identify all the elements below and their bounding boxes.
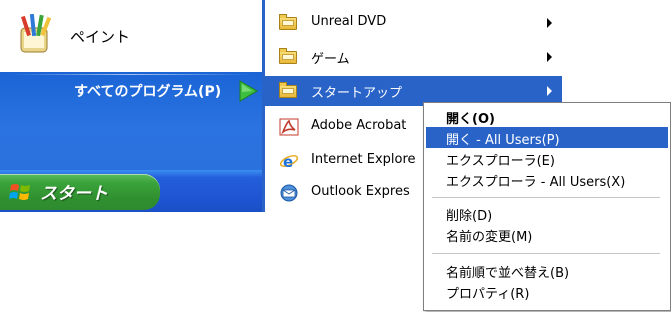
program-item-label: Unreal DVD [311, 14, 387, 29]
program-item-label: ゲーム [311, 52, 350, 67]
submenu-arrow-icon [547, 18, 552, 28]
program-item-label: スタートアップ [311, 86, 403, 101]
context-menu: 開く(O) 開く - All Users(P) エクスプローラ(E) エクスプロ… [423, 102, 671, 311]
divider [8, 74, 254, 75]
program-item-label: Internet Explore [311, 152, 416, 167]
menu-item-label: プロパティ(R) [446, 287, 530, 302]
outlook-express-icon [280, 184, 298, 202]
ctx-explore[interactable]: エクスプローラ(E) [426, 148, 668, 169]
folder-icon [279, 82, 299, 100]
ctx-delete[interactable]: 削除(D) [426, 203, 668, 224]
pinned-item-paint[interactable]: ペイント [14, 6, 254, 60]
all-programs-button[interactable]: すべてのプログラム(P) [0, 76, 262, 106]
menu-item-label: 開く - All Users(P) [446, 133, 560, 148]
adobe-acrobat-icon [279, 118, 299, 136]
menu-item-label: 名前順で並べ替え(B) [446, 266, 570, 281]
menu-item-label: エクスプローラ(E) [446, 154, 555, 169]
program-item-label: Adobe Acrobat [311, 118, 407, 133]
ctx-open[interactable]: 開く(O) [426, 106, 668, 127]
folder-icon [279, 48, 299, 66]
menu-item-label: 開く(O) [446, 112, 495, 127]
internet-explorer-icon: e [279, 153, 299, 170]
program-item-label: Outlook Expres [311, 184, 410, 199]
windows-logo-icon [9, 184, 30, 200]
menu-item-label: 名前の変更(M) [446, 230, 533, 245]
ctx-rename[interactable]: 名前の変更(M) [426, 224, 668, 245]
submenu-arrow-icon [547, 52, 552, 62]
program-item-unreal-dvd[interactable]: Unreal DVD [265, 8, 562, 38]
ctx-sort-by-name[interactable]: 名前順で並べ替え(B) [426, 260, 668, 281]
paint-icon [20, 14, 52, 53]
start-button[interactable]: スタート [0, 174, 160, 210]
menu-separator [432, 253, 660, 254]
pinned-item-label: ペイント [70, 28, 131, 46]
program-item-games[interactable]: ゲーム [265, 42, 562, 72]
submenu-arrow-icon [547, 86, 552, 96]
all-programs-label: すべてのプログラム(P) [74, 84, 222, 100]
menu-item-label: エクスプローラ - All Users(X) [446, 175, 626, 190]
green-arrow-icon [239, 80, 258, 102]
ctx-explore-all-users[interactable]: エクスプローラ - All Users(X) [426, 169, 668, 190]
ctx-open-all-users[interactable]: 開く - All Users(P) [426, 127, 668, 148]
svg-text:e: e [283, 153, 293, 170]
menu-item-label: 削除(D) [446, 209, 493, 224]
ctx-properties[interactable]: プロパティ(R) [426, 281, 668, 302]
folder-icon [279, 14, 299, 32]
start-button-label: スタート [40, 184, 108, 204]
menu-separator [432, 197, 660, 198]
